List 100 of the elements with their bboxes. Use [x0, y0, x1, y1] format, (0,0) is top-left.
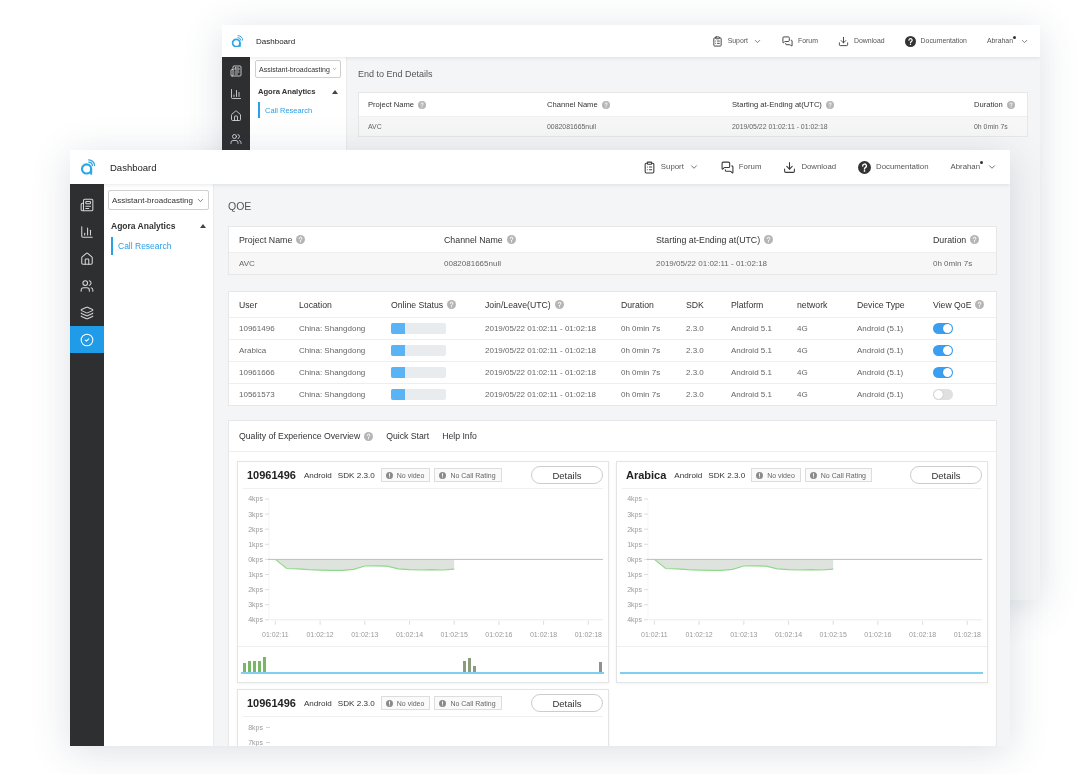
table-cell: 2019/05/22 01:02:11 - 01:02:18: [656, 259, 768, 268]
table-cell: Arabica: [239, 346, 267, 355]
table-cell: 0082081665null: [444, 259, 501, 268]
tab[interactable]: Quick Start: [386, 431, 430, 441]
info-icon: [756, 471, 764, 479]
clipboard-icon: [711, 35, 723, 47]
column-header: Platform: [731, 299, 764, 310]
download-icon: [837, 35, 849, 47]
tab[interactable]: Quality of Experience Overview: [239, 431, 374, 441]
check-circle-icon: [80, 332, 94, 347]
table-cell: 0h 0min 7s: [621, 390, 661, 399]
chevron-down-icon: [331, 65, 337, 73]
section-title: QOE: [228, 199, 252, 214]
platform-label: Android: [303, 698, 332, 708]
details-button[interactable]: Details: [910, 466, 982, 484]
app-title: Dashboard: [110, 161, 157, 173]
tab[interactable]: Help Info: [442, 431, 477, 441]
details-button[interactable]: Details: [531, 466, 603, 484]
platform-label: Android: [303, 470, 332, 480]
table-cell: Android 5.1: [731, 368, 772, 377]
column-header: Device Type: [857, 299, 905, 310]
table-cell: 2019/05/22 01:02:11 - 01:02:18: [485, 390, 597, 399]
column-header: SDK: [686, 299, 704, 310]
info-icon: [385, 699, 393, 707]
clipboard-icon: [642, 160, 656, 174]
table-cell: 2019/05/22 01:02:11 - 01:02:18: [485, 368, 597, 377]
column-header: Starting at-Ending at(UTC): [656, 234, 761, 245]
table-cell: China: Shangdong: [299, 390, 366, 399]
sdk-label: SDK 2.3.0: [337, 698, 375, 708]
table-cell: 0h 0min 7s: [933, 259, 973, 268]
chat-icon: [782, 35, 793, 47]
help-icon: [904, 35, 916, 47]
project-select[interactable]: Assistant-broadcasting: [108, 190, 209, 210]
toggle-switch[interactable]: [933, 389, 953, 400]
table-cell: 2.3.0: [686, 368, 704, 377]
table-cell: 2.3.0: [686, 324, 704, 333]
column-header: Location: [299, 299, 332, 310]
table-cell: Android (5.1): [857, 390, 904, 399]
table-cell: 0h 0min 7s: [621, 324, 661, 333]
column-header: Channel Name: [444, 234, 503, 245]
chevron-down-icon: [987, 162, 997, 172]
column-header: Join/Leave(UTC): [485, 299, 551, 310]
info-icon: [809, 471, 817, 479]
app-title: Dashboard: [256, 36, 296, 46]
column-header: Duration: [621, 299, 654, 310]
table-cell: 2019/05/22 01:02:11 - 01:02:18: [485, 324, 597, 333]
bar-chart-icon: [230, 87, 242, 100]
users-icon: [230, 132, 242, 145]
table-cell: 2019/05/22 01:02:11 - 01:02:18: [485, 346, 597, 355]
table-cell: 2.3.0: [686, 346, 704, 355]
toggle-switch[interactable]: [933, 323, 953, 334]
logo-icon: [80, 158, 95, 175]
table-cell: Android (5.1): [857, 324, 904, 333]
column-header: Duration: [933, 234, 967, 245]
layers-icon: [80, 305, 94, 320]
column-header: View QoE: [933, 299, 972, 310]
info-icon: [385, 471, 393, 479]
info-icon: [439, 699, 447, 707]
table-cell: China: Shangdong: [299, 368, 366, 377]
sdk-label: SDK 2.3.0: [337, 470, 375, 480]
newspaper-icon: [230, 65, 242, 78]
table-cell: 0h 0min 7s: [621, 368, 661, 377]
user-id: 10961496: [247, 469, 296, 481]
table-cell: Android 5.1: [731, 346, 772, 355]
table-cell: Android 5.1: [731, 324, 772, 333]
table-cell: AVC: [239, 259, 255, 268]
table-cell: Android (5.1): [857, 346, 904, 355]
table-cell: 10961666: [239, 368, 275, 377]
table-cell: 2.3.0: [686, 390, 704, 399]
logo-icon: [231, 34, 243, 48]
sdk-label: SDK 2.3.0: [708, 470, 746, 480]
column-header: User: [239, 299, 258, 310]
column-header: Project Name: [239, 234, 293, 245]
table-cell: 4G: [797, 390, 808, 399]
table-cell: Android (5.1): [857, 368, 904, 377]
table-cell: 10561573: [239, 390, 275, 399]
newspaper-icon: [80, 197, 94, 212]
user-id: 10961496: [247, 697, 296, 709]
help-icon: [858, 160, 872, 174]
section-title: End to End Details: [358, 68, 433, 81]
table-cell: China: Shangdong: [299, 324, 366, 333]
column-header: Online Status: [391, 299, 444, 310]
table-cell: 10961496: [239, 324, 275, 333]
table-cell: 4G: [797, 324, 808, 333]
table-cell: 4G: [797, 346, 808, 355]
toggle-switch[interactable]: [933, 367, 953, 378]
table-cell: 0h 0min 7s: [621, 346, 661, 355]
toggle-switch[interactable]: [933, 345, 953, 356]
details-button[interactable]: Details: [531, 694, 603, 712]
user-id: Arabica: [626, 469, 667, 481]
table-cell: China: Shangdong: [299, 346, 366, 355]
nav-group-header[interactable]: Agora Analytics: [108, 219, 209, 233]
table-cell: 4G: [797, 368, 808, 377]
home-icon: [230, 110, 242, 123]
chat-icon: [720, 160, 734, 174]
column-header: network: [797, 299, 828, 310]
users-icon: [80, 278, 94, 293]
home-icon: [80, 251, 94, 266]
info-icon: [439, 471, 447, 479]
platform-label: Android: [674, 470, 703, 480]
